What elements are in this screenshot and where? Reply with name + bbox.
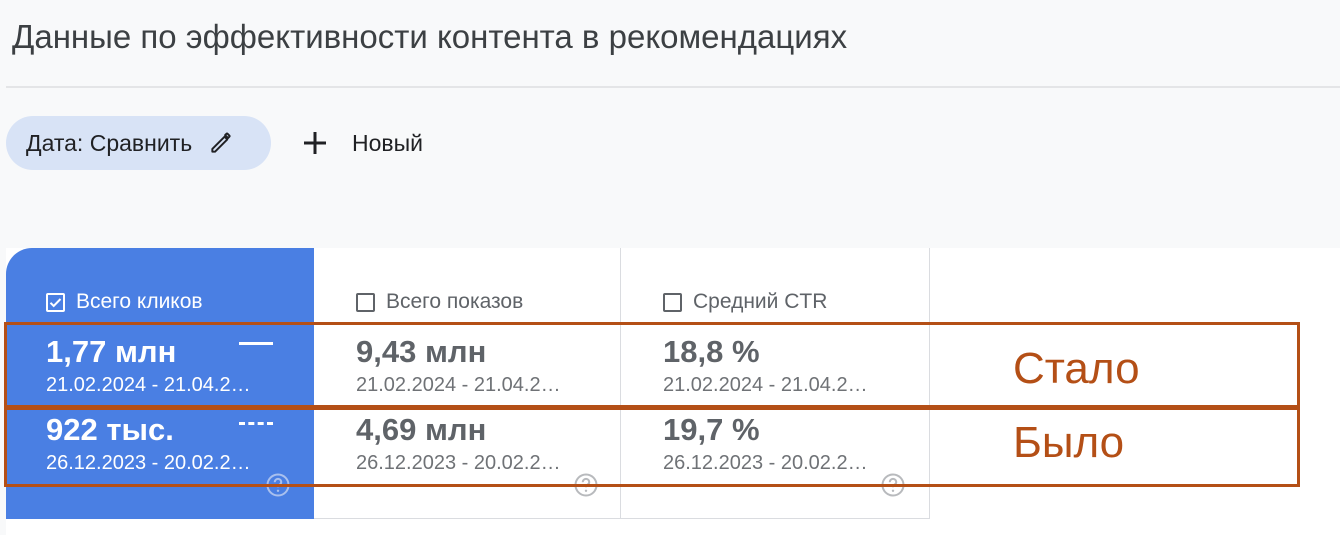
metric-header[interactable]: Всего кликов	[46, 290, 203, 314]
metric-label: Средний CTR	[693, 290, 828, 313]
page-title: Данные по эффективности контента в реком…	[12, 18, 848, 55]
checkbox-empty-icon[interactable]	[663, 292, 682, 312]
previous-annotation-label: Было	[1013, 418, 1125, 467]
divider	[6, 86, 1340, 88]
metric-header[interactable]: Всего показов	[356, 290, 523, 314]
date-chip-label: Дата: Сравнить	[26, 129, 193, 156]
checkbox-checked-icon[interactable]	[46, 292, 65, 312]
date-compare-chip[interactable]: Дата: Сравнить	[6, 116, 271, 170]
new-button-label: Новый	[352, 129, 423, 156]
metric-label: Всего показов	[386, 290, 524, 313]
metric-label: Всего кликов	[76, 290, 203, 313]
new-button[interactable]: Новый	[300, 116, 423, 170]
plus-icon	[300, 128, 330, 158]
pencil-icon[interactable]	[208, 130, 234, 156]
checkbox-empty-icon[interactable]	[356, 292, 375, 312]
current-annotation-label: Стало	[1013, 344, 1140, 393]
metric-header[interactable]: Средний CTR	[663, 290, 827, 314]
